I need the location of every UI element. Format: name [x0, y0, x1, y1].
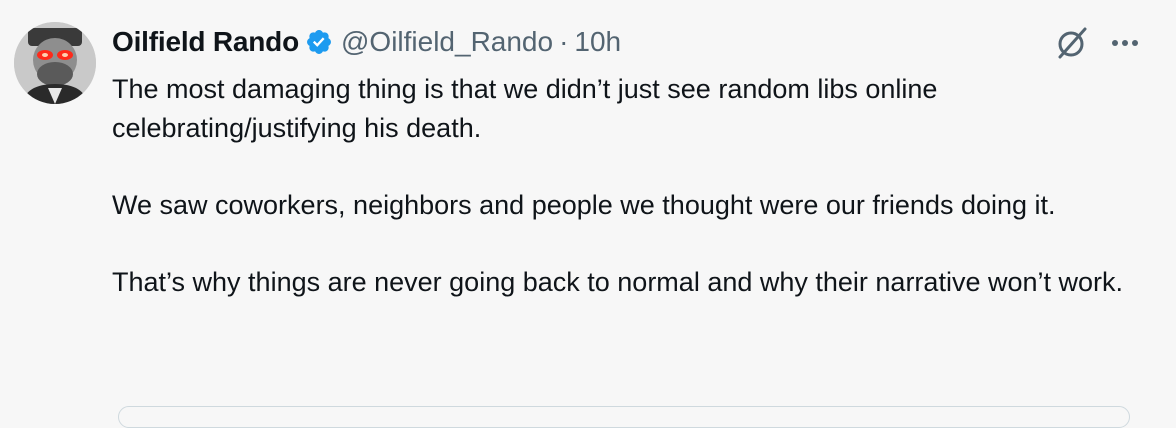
header-separator: ·	[559, 26, 569, 57]
more-icon[interactable]	[1108, 28, 1142, 58]
author-handle[interactable]: @Oilfield_Rando	[341, 26, 553, 58]
tweet-timestamp[interactable]: 10h	[574, 26, 621, 58]
tweet-paragraph-2: We saw coworkers, neighbors and people w…	[112, 189, 1056, 220]
tweet-header: Oilfield Rando @Oilfield_Rando · 10h	[112, 20, 621, 64]
tweet-text: The most damaging thing is that we didn’…	[112, 70, 1142, 301]
avatar-image	[14, 22, 96, 104]
verified-badge-icon	[307, 30, 331, 54]
media-card-edge[interactable]	[118, 406, 1130, 428]
tweet-paragraph-3: That’s why things are never going back t…	[112, 266, 1123, 297]
tweet[interactable]: Oilfield Rando @Oilfield_Rando · 10h The…	[0, 0, 1176, 428]
grok-icon[interactable]	[1054, 25, 1090, 61]
author-name[interactable]: Oilfield Rando	[112, 26, 299, 58]
avatar[interactable]	[14, 22, 96, 104]
tweet-paragraph-1: The most damaging thing is that we didn’…	[112, 74, 938, 143]
